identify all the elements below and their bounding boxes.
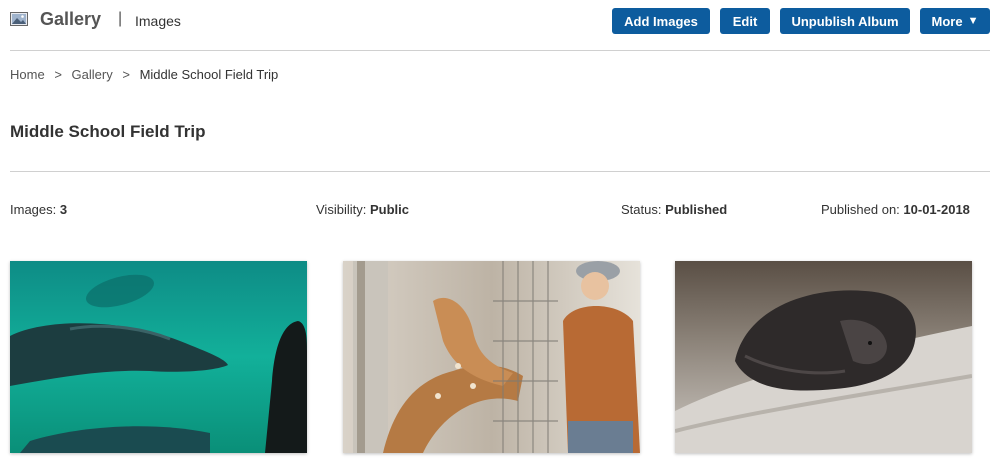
breadcrumb-home[interactable]: Home bbox=[10, 67, 45, 82]
section-label: Images bbox=[135, 13, 181, 29]
image-thumbnail-sea-lions[interactable] bbox=[10, 261, 307, 453]
status-value: Published bbox=[665, 202, 728, 217]
image-thumbnail-fur-seal[interactable] bbox=[675, 261, 972, 453]
status-meta: Status: Published bbox=[621, 202, 727, 217]
visibility-value: Public bbox=[369, 202, 409, 217]
breadcrumb-separator: > bbox=[122, 67, 130, 82]
title-separator: | bbox=[118, 10, 123, 27]
more-button[interactable]: More ▼ bbox=[920, 8, 990, 34]
breadcrumb: Home > Gallery > Middle School Field Tri… bbox=[10, 67, 278, 82]
published-meta: Published on: 10-01-2018 bbox=[821, 202, 970, 217]
title-divider bbox=[10, 171, 990, 172]
header-divider bbox=[10, 50, 990, 51]
images-label: Images: bbox=[10, 202, 57, 217]
status-label: Status: bbox=[621, 202, 662, 217]
page-title: Middle School Field Trip bbox=[10, 122, 206, 141]
breadcrumb-separator: > bbox=[54, 67, 62, 82]
breadcrumb-gallery[interactable]: Gallery bbox=[72, 67, 113, 82]
image-thumbnail-deer-feeding[interactable] bbox=[343, 261, 640, 453]
image-icon bbox=[10, 12, 28, 26]
images-count-value: 3 bbox=[59, 202, 68, 217]
unpublish-album-button[interactable]: Unpublish Album bbox=[780, 8, 910, 34]
app-title: Gallery bbox=[40, 9, 102, 29]
published-date-value: 10-01-2018 bbox=[903, 202, 970, 217]
published-label: Published on: bbox=[821, 202, 900, 217]
add-images-button[interactable]: Add Images bbox=[612, 8, 710, 34]
edit-button[interactable]: Edit bbox=[720, 8, 770, 34]
visibility-meta: Visibility: Public bbox=[316, 202, 409, 217]
caret-down-icon: ▼ bbox=[967, 15, 979, 27]
images-count-meta: Images: 3 bbox=[10, 202, 67, 217]
visibility-label: Visibility: bbox=[316, 202, 367, 217]
more-button-label: More bbox=[931, 13, 963, 29]
breadcrumb-current: Middle School Field Trip bbox=[139, 67, 279, 82]
top-bar: Gallery | Images Add Images Edit Unpubli… bbox=[0, 0, 997, 50]
